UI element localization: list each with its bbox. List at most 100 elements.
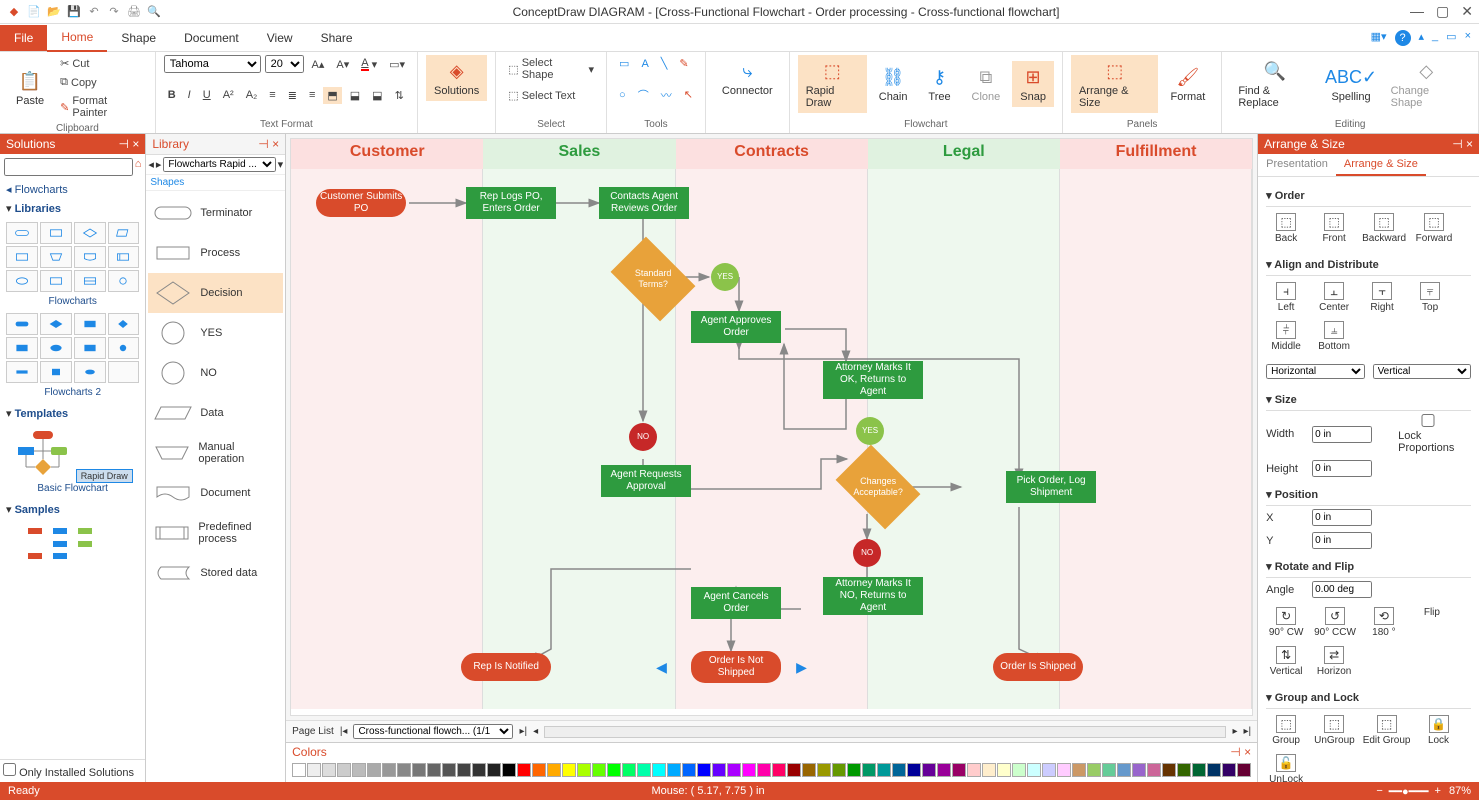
x-input[interactable] (1312, 509, 1372, 526)
color-swatch[interactable] (1207, 763, 1221, 777)
node-yes-1[interactable]: YES (711, 263, 739, 291)
color-swatch[interactable] (532, 763, 546, 777)
color-swatch[interactable] (367, 763, 381, 777)
color-swatch[interactable] (652, 763, 666, 777)
rotate-cw[interactable]: ↻90° CW (1266, 607, 1306, 638)
color-swatch[interactable] (1012, 763, 1026, 777)
color-swatch[interactable] (1192, 763, 1206, 777)
color-swatch[interactable] (742, 763, 756, 777)
valign-mid-button[interactable]: ⬓ (346, 87, 364, 104)
solutions-button[interactable]: ◈Solutions (426, 55, 487, 101)
color-swatch[interactable] (607, 763, 621, 777)
valign-bot-button[interactable]: ⬓ (368, 87, 386, 104)
lib-document[interactable]: Document (148, 473, 283, 513)
restore-icon[interactable]: ▭ (1446, 30, 1456, 46)
color-swatch[interactable] (592, 763, 606, 777)
font-size-select[interactable]: 20 (265, 55, 304, 73)
node-no-1[interactable]: NO (629, 423, 657, 451)
color-swatch[interactable] (1042, 763, 1056, 777)
align-center[interactable]: ⫠Center (1314, 282, 1354, 313)
libraries-section[interactable]: ▾ Libraries (4, 199, 141, 218)
tab-share[interactable]: Share (307, 25, 367, 51)
line-spacing-button[interactable]: ⇅ (391, 87, 408, 104)
align-center-button[interactable]: ≣ (284, 87, 301, 104)
y-input[interactable] (1312, 532, 1372, 549)
zoom-in-icon[interactable]: + (1435, 785, 1441, 797)
color-swatch[interactable] (727, 763, 741, 777)
library-select[interactable]: Flowcharts Rapid ... (163, 157, 275, 172)
color-swatch[interactable] (487, 763, 501, 777)
size-header[interactable]: Size (1275, 394, 1297, 406)
lib-no[interactable]: NO (148, 353, 283, 393)
color-swatch[interactable] (442, 763, 456, 777)
node-customer-submits[interactable]: Customer Submits PO (316, 189, 406, 217)
nav-next-icon[interactable]: ▶ (796, 659, 807, 676)
page-scroll-right-icon[interactable]: ▸ (1232, 726, 1237, 737)
node-yes-2[interactable]: YES (856, 417, 884, 445)
color-swatch[interactable] (547, 763, 561, 777)
options-icon[interactable]: ▦▾ (1371, 30, 1387, 46)
line-tool-icon[interactable]: ╲ (657, 55, 672, 72)
color-swatch[interactable] (337, 763, 351, 777)
tab-document[interactable]: Document (170, 25, 253, 51)
tab-presentation[interactable]: Presentation (1258, 154, 1336, 176)
align-right-button[interactable]: ≡ (305, 87, 319, 103)
tab-shape[interactable]: Shape (107, 25, 170, 51)
font-select[interactable]: Tahoma (164, 55, 261, 73)
nav-prev-icon[interactable]: ◀ (656, 659, 667, 676)
angle-input[interactable] (1312, 581, 1372, 598)
color-swatch[interactable] (922, 763, 936, 777)
align-top[interactable]: ⫧Top (1410, 282, 1450, 313)
color-swatch[interactable] (1117, 763, 1131, 777)
flowcharts-grid[interactable] (6, 222, 139, 292)
search-icon[interactable]: 🔍 (146, 4, 162, 20)
only-installed-checkbox[interactable]: Only Installed Solutions (3, 767, 134, 779)
distribute-vertical[interactable]: Vertical (1373, 364, 1471, 379)
rapid-draw-button[interactable]: ⬚Rapid Draw (798, 55, 867, 113)
cut-button[interactable]: ✂Cut (56, 55, 147, 72)
color-swatch[interactable] (577, 763, 591, 777)
color-swatch[interactable] (1132, 763, 1146, 777)
distribute-horizontal[interactable]: Horizontal (1266, 364, 1364, 379)
help-icon[interactable]: ? (1395, 30, 1411, 46)
highlight-icon[interactable]: ▭▾ (385, 56, 409, 73)
node-order-shipped[interactable]: Order Is Shipped (993, 653, 1083, 681)
lib-yes[interactable]: YES (148, 313, 283, 353)
color-swatch[interactable] (637, 763, 651, 777)
snap-button[interactable]: ⊞Snap (1012, 61, 1054, 107)
node-agent-cancels[interactable]: Agent Cancels Order (691, 587, 781, 619)
lib-data[interactable]: Data (148, 393, 283, 433)
underline-button[interactable]: U (199, 87, 215, 103)
tab-file[interactable]: File (0, 25, 47, 51)
color-swatch[interactable] (997, 763, 1011, 777)
color-swatch[interactable] (877, 763, 891, 777)
flip-vertical[interactable]: ⇅Vertical (1266, 646, 1306, 677)
nav-fwd-icon[interactable]: ▸ (156, 158, 162, 171)
order-front[interactable]: ⬚Front (1314, 213, 1354, 244)
spelling-button[interactable]: ABC✓Spelling (1323, 61, 1378, 107)
node-rep-logs[interactable]: Rep Logs PO, Enters Order (466, 187, 556, 219)
print-icon[interactable]: 🖨 (126, 4, 142, 20)
lib-manual-op[interactable]: Manual operation (148, 433, 283, 473)
color-swatch[interactable] (862, 763, 876, 777)
text-tool-icon[interactable]: A (637, 56, 652, 72)
color-swatch[interactable] (847, 763, 861, 777)
lib-stored-data[interactable]: Stored data (148, 553, 283, 593)
font-color-icon[interactable]: A▾ (357, 55, 381, 73)
color-swatch[interactable] (307, 763, 321, 777)
color-swatch[interactable] (967, 763, 981, 777)
tab-arrange-size[interactable]: Arrange & Size (1336, 154, 1426, 176)
rect-tool-icon[interactable]: ▭ (615, 55, 633, 72)
ungroup-button[interactable]: ⬚UnGroup (1314, 715, 1355, 746)
color-swatch[interactable] (787, 763, 801, 777)
pin-icon[interactable]: ⊣ (258, 137, 268, 151)
arc-tool-icon[interactable]: ⌒ (634, 85, 653, 105)
paste-button[interactable]: 📋Paste (8, 65, 52, 111)
flip-horizontal[interactable]: ⇄Horizon (1314, 646, 1354, 677)
color-swatch[interactable] (697, 763, 711, 777)
node-no-2[interactable]: NO (853, 539, 881, 567)
select-text-button[interactable]: ⬚Select Text (504, 87, 598, 104)
order-back[interactable]: ⬚Back (1266, 213, 1306, 244)
order-forward[interactable]: ⬚Forward (1414, 213, 1454, 244)
lib-predefined[interactable]: Predefined process (148, 513, 283, 553)
